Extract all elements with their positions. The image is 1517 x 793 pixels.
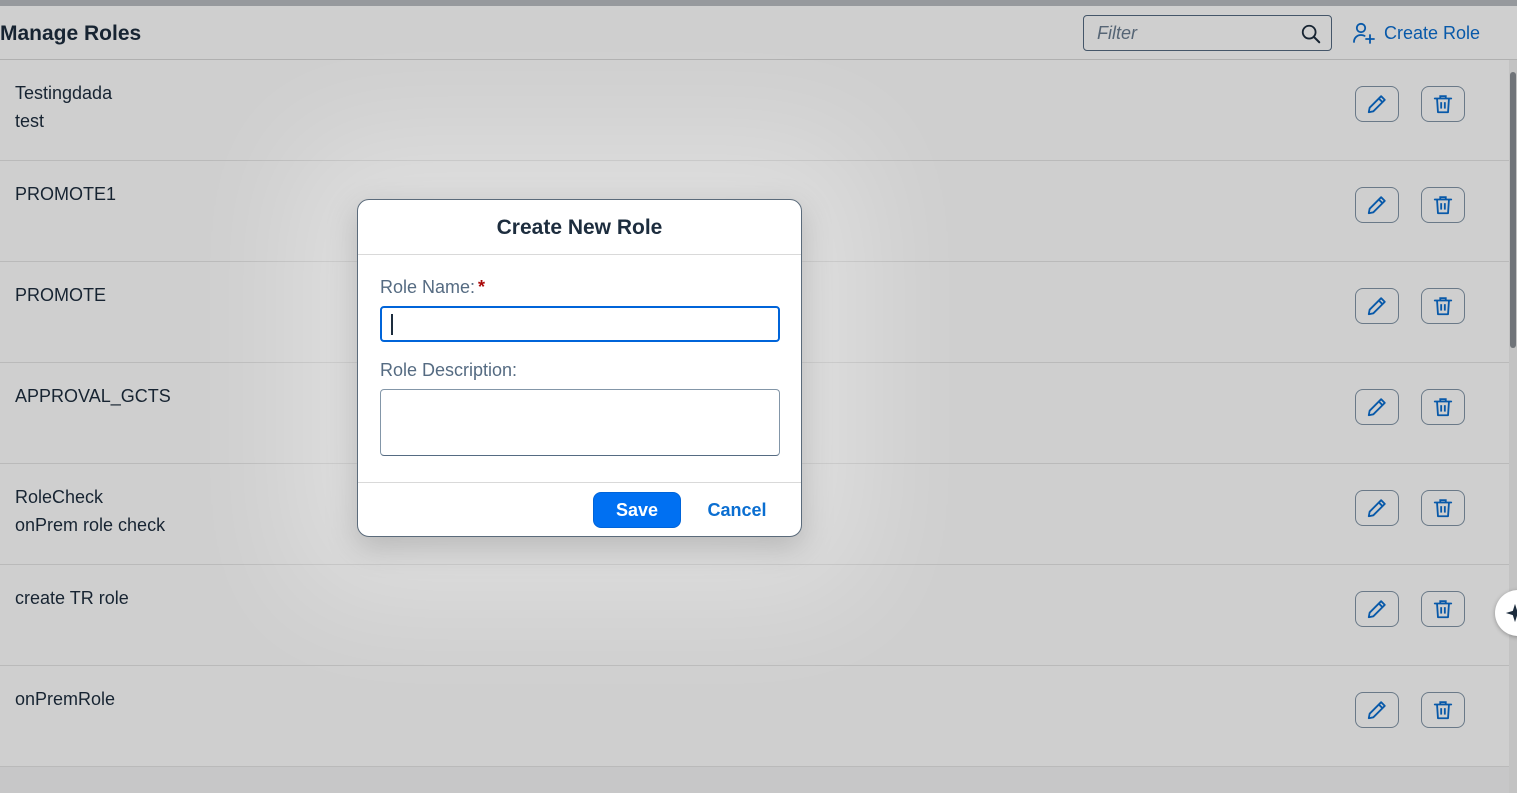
text-cursor xyxy=(391,314,393,335)
manage-roles-page: Manage Roles Create Role Testingdada tes… xyxy=(0,0,1517,793)
role-description-label: Role Description: xyxy=(380,360,518,380)
dialog-header: Create New Role xyxy=(358,200,801,255)
save-button[interactable]: Save xyxy=(593,492,681,528)
cancel-button[interactable]: Cancel xyxy=(694,492,780,528)
create-role-dialog: Create New Role Role Name: * Role Descrip… xyxy=(357,199,802,537)
role-name-input[interactable] xyxy=(380,306,780,342)
dialog-title: Create New Role xyxy=(496,216,663,239)
dialog-footer: Save Cancel xyxy=(358,482,801,536)
sparkle-icon xyxy=(1505,603,1517,623)
role-name-label: Role Name: * xyxy=(380,277,485,298)
required-marker: * xyxy=(478,277,486,297)
role-name-label-text: Role Name: xyxy=(380,277,476,297)
role-description-input[interactable] xyxy=(380,389,780,456)
